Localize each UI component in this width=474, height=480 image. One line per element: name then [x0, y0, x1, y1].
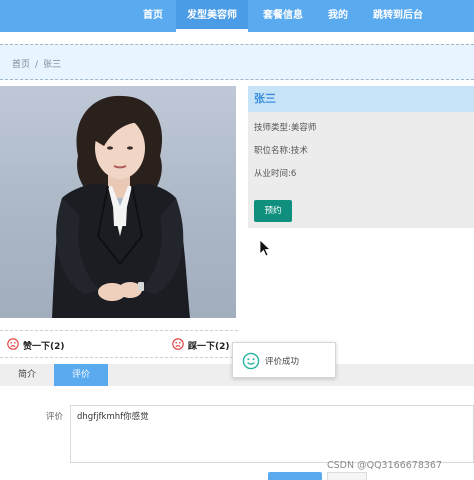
review-label: 评价	[46, 412, 64, 422]
stylist-info-panel: 张三 技师类型:美容师 职位名称:技术 从业时间:6 预约	[248, 86, 474, 228]
breadcrumb-bar: 首页 / 张三	[0, 44, 474, 80]
stylist-type-label: 技师类型:	[254, 123, 291, 133]
smile-face-icon	[242, 352, 260, 373]
frown-face-icon	[172, 338, 184, 353]
stylist-type-row: 技师类型:美容师	[254, 121, 316, 133]
submit-button[interactable]	[268, 472, 322, 480]
stylist-name: 张三	[248, 86, 474, 112]
mouse-cursor-icon	[259, 239, 272, 260]
success-toast: 评价成功	[232, 342, 336, 378]
book-button[interactable]: 预约	[254, 200, 292, 222]
stylist-position-label: 职位名称:	[254, 146, 291, 156]
toast-message: 评价成功	[265, 357, 300, 367]
breadcrumb-home[interactable]: 首页	[12, 60, 30, 70]
stylist-position-value: 技术	[290, 146, 308, 156]
frown-face-icon	[7, 338, 19, 353]
nav-item-admin[interactable]: 跳转到后台	[373, 0, 423, 32]
dislike-label: 踩一下(2)	[188, 342, 230, 352]
dislike-button[interactable]: 踩一下(2)	[172, 338, 230, 352]
top-nav: 首页 发型美容师 套餐信息 我的 跳转到后台	[0, 0, 474, 32]
nav-item-packages[interactable]: 套餐信息	[263, 0, 303, 32]
breadcrumb-current: 张三	[43, 60, 62, 70]
tab-intro[interactable]: 简介	[0, 364, 54, 386]
stylist-position-row: 职位名称:技术	[254, 144, 308, 156]
stylist-type-value: 美容师	[290, 123, 317, 133]
tab-reviews[interactable]: 评价	[54, 364, 108, 386]
stylist-years-value: 6	[290, 169, 297, 179]
like-label: 赞一下(2)	[23, 342, 65, 352]
like-button[interactable]: 赞一下(2)	[7, 338, 65, 352]
nav-item-home[interactable]: 首页	[143, 0, 163, 32]
breadcrumb: 首页 / 张三	[12, 57, 61, 70]
stylist-photo	[0, 86, 236, 318]
stylist-years-row: 从业时间:6	[254, 167, 296, 179]
nav-item-mine[interactable]: 我的	[328, 0, 348, 32]
review-textarea[interactable]: dhgfjfkmhf你感觉	[70, 405, 474, 463]
stylist-years-label: 从业时间:	[254, 169, 291, 179]
breadcrumb-separator: /	[35, 60, 39, 70]
reset-button[interactable]	[327, 472, 367, 480]
nav-item-stylists[interactable]: 发型美容师	[176, 0, 248, 32]
watermark: CSDN @QQ3166678367	[327, 460, 443, 471]
